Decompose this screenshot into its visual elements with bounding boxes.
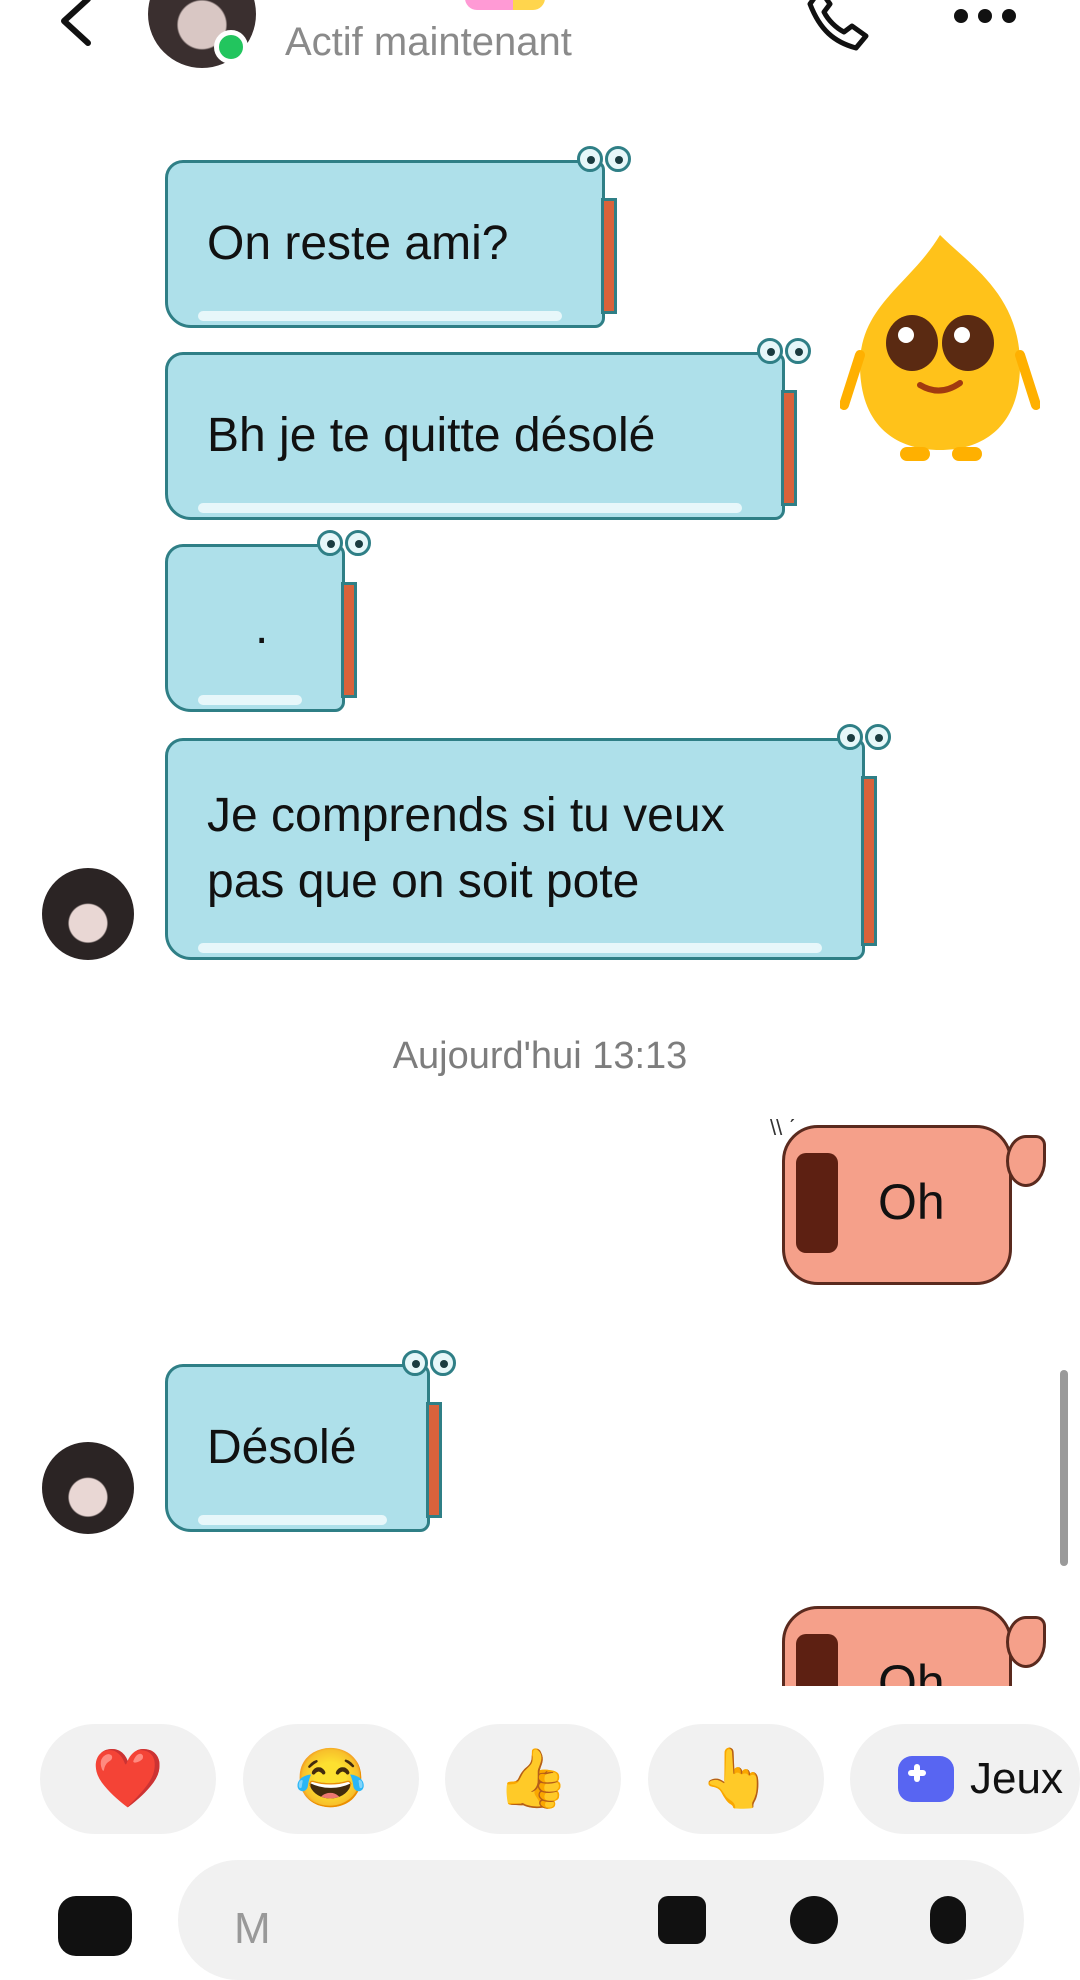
message-text: Oh (878, 1655, 945, 1686)
message-text: Bh je te quitte désolé (207, 409, 656, 462)
active-status: Actif maintenant (285, 20, 572, 64)
message-text: . (255, 601, 269, 654)
quick-reactions-bar: ❤️ 😂 👍 👆 Jeux (0, 1724, 1080, 1834)
message-input[interactable]: M (178, 1860, 1024, 1980)
microphone-icon[interactable] (930, 1896, 966, 1944)
message-clip: Oh (0, 1590, 1080, 1686)
laugh-reaction-button[interactable]: 😂 (243, 1724, 419, 1834)
shouting-mouth-icon (796, 1634, 838, 1686)
chat-header: Actif maintenant (0, 0, 1080, 90)
name-emoji-icon (465, 0, 545, 10)
sent-message-bubble[interactable]: Oh (782, 1606, 1052, 1686)
contact-avatar[interactable] (42, 1442, 134, 1534)
message-text: On reste ami? (207, 217, 509, 270)
contact-avatar[interactable] (42, 868, 134, 960)
sent-message-bubble[interactable]: \\ ˊ Oh (770, 1115, 1052, 1290)
back-arrow-icon[interactable] (52, 0, 102, 55)
message-placeholder: M (234, 1904, 271, 1953)
received-message-bubble[interactable]: . (165, 530, 385, 712)
received-message-bubble[interactable]: Je comprends si tu veux pas que on soit … (165, 724, 905, 960)
games-button[interactable]: Jeux (850, 1724, 1080, 1834)
message-text: Oh (878, 1174, 945, 1230)
shouting-mouth-icon (796, 1153, 838, 1253)
heart-reaction-button[interactable]: ❤️ (40, 1724, 216, 1834)
dino-eyes-icon (402, 1350, 460, 1378)
dino-eyes-icon (577, 146, 635, 174)
camera-icon[interactable] (58, 1896, 132, 1956)
gamepad-icon (898, 1756, 954, 1802)
received-message-bubble[interactable]: On reste ami? (165, 146, 645, 328)
message-text: Désolé (207, 1421, 357, 1474)
timestamp: Aujourd'hui 13:13 (392, 1035, 688, 1077)
message-text: Je comprends si tu veux pas que on soit … (207, 789, 725, 908)
yellow-mascot-sticker (840, 235, 1040, 461)
thumbs-up-reaction-button[interactable]: 👍 (445, 1724, 621, 1834)
received-message-bubble[interactable]: Désolé (165, 1350, 470, 1532)
dino-eyes-icon (757, 338, 815, 366)
received-message-bubble[interactable]: Bh je te quitte désolé (165, 338, 825, 520)
dino-eyes-icon (837, 724, 895, 752)
online-indicator-icon (214, 30, 248, 64)
dino-eyes-icon (317, 530, 375, 558)
emoji-icon[interactable] (790, 1896, 838, 1944)
more-options-icon[interactable] (952, 6, 1018, 26)
image-icon[interactable] (658, 1896, 706, 1944)
scrollbar[interactable] (1060, 1370, 1068, 1566)
phone-call-icon[interactable] (800, 0, 876, 56)
point-up-reaction-button[interactable]: 👆 (648, 1724, 824, 1834)
